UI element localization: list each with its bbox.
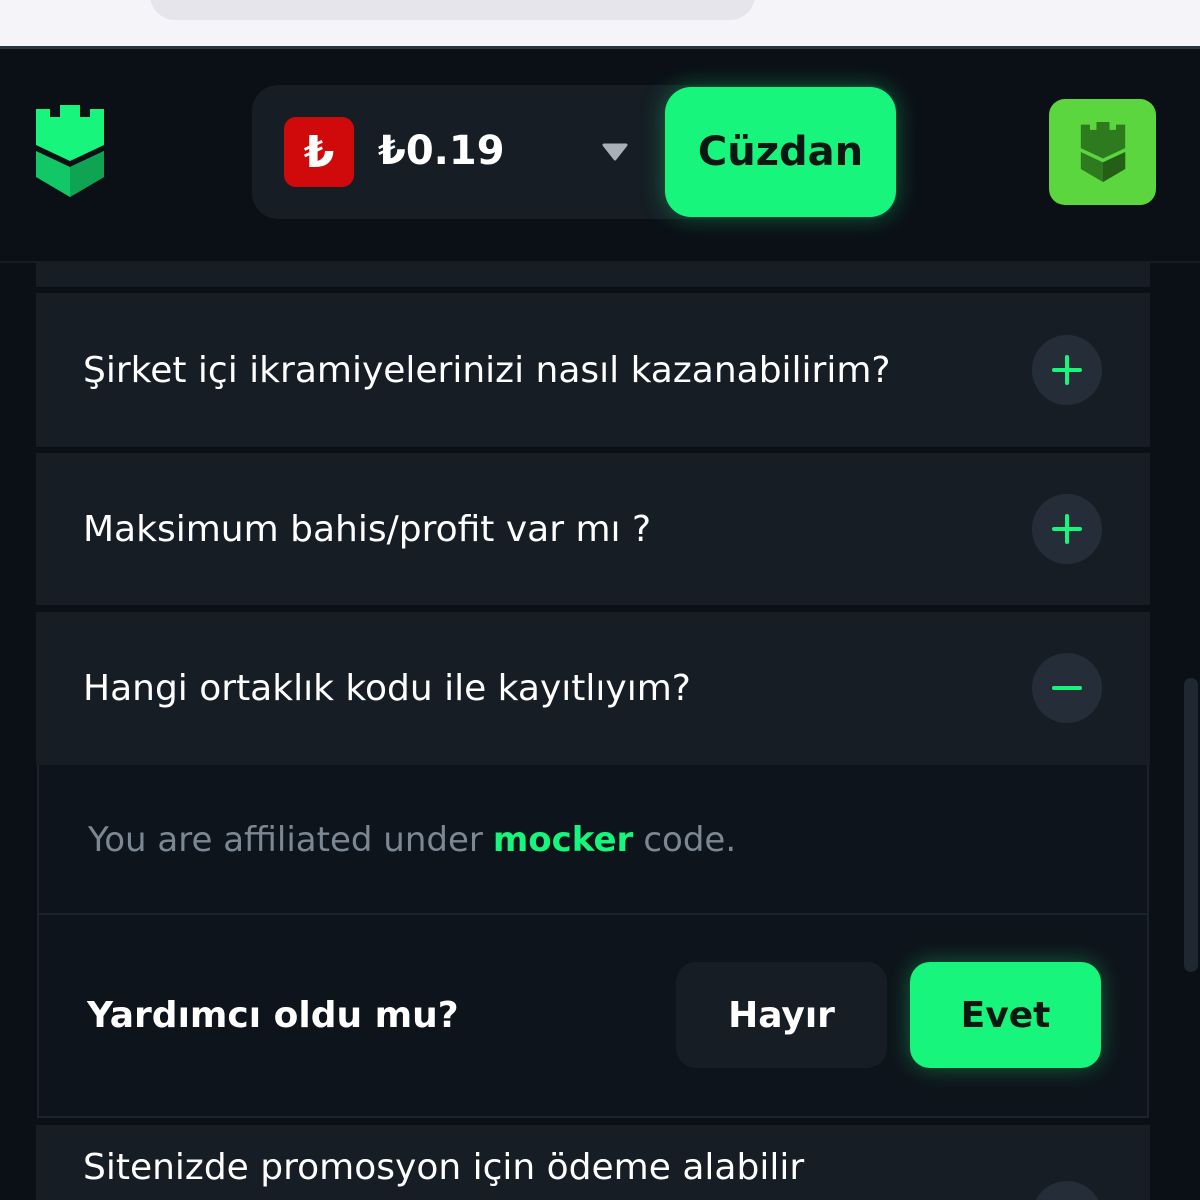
browser-toolbar xyxy=(0,0,1200,46)
castle-logo-icon[interactable] xyxy=(32,105,108,197)
caret-down-icon[interactable] xyxy=(602,143,628,161)
address-bar[interactable] xyxy=(150,0,755,20)
faq-question: Sitenizde promosyon için ödeme alabilir xyxy=(83,1147,805,1188)
plus-icon xyxy=(1052,355,1082,385)
faq-answer: You are affiliated under mocker code. xyxy=(37,765,1149,915)
faq-question: Şirket içi ikramiyelerinizi nasıl kazana… xyxy=(83,349,891,391)
wallet-button[interactable]: Cüzdan xyxy=(665,87,896,217)
affiliate-code: mocker xyxy=(492,820,634,860)
expand-button[interactable] xyxy=(1032,494,1102,564)
yes-button[interactable]: Evet xyxy=(910,962,1101,1068)
collapse-button[interactable] xyxy=(1032,653,1102,723)
profile-avatar[interactable] xyxy=(1049,99,1156,205)
faq-item-expanded[interactable]: Hangi ortaklık kodu ile kayıtlıyım? xyxy=(36,612,1150,765)
answer-text: You are affiliated under mocker code. xyxy=(88,765,736,915)
scrollbar-thumb[interactable] xyxy=(1184,678,1198,972)
faq-item-partial xyxy=(36,263,1150,287)
minus-icon xyxy=(1052,686,1082,690)
castle-avatar-icon xyxy=(1080,122,1125,182)
balance-amount: ₺0.19 xyxy=(378,128,505,174)
faq-item[interactable]: Şirket içi ikramiyelerinizi nasıl kazana… xyxy=(36,293,1150,447)
expand-button[interactable] xyxy=(1032,335,1102,405)
wallet-balance-box: ₺ ₺0.19 Cüzdan xyxy=(252,85,897,219)
faq-question: Maksimum bahis/profit var mı ? xyxy=(83,508,652,550)
app-header: ₺ ₺0.19 Cüzdan xyxy=(0,49,1200,261)
feedback-panel: Yardımcı oldu mu? Hayır Evet xyxy=(37,913,1149,1118)
lira-currency-icon: ₺ xyxy=(284,117,354,187)
plus-icon xyxy=(1052,514,1082,544)
expand-button[interactable] xyxy=(1032,1181,1102,1200)
faq-list: Şirket içi ikramiyelerinizi nasıl kazana… xyxy=(0,263,1200,1200)
faq-question: Hangi ortaklık kodu ile kayıtlıyım? xyxy=(83,668,691,709)
answer-suffix: code. xyxy=(643,820,737,860)
faq-item[interactable]: Sitenizde promosyon için ödeme alabilir xyxy=(36,1125,1150,1200)
no-button[interactable]: Hayır xyxy=(676,962,887,1068)
feedback-question: Yardımcı oldu mu? xyxy=(87,995,459,1036)
answer-prefix: You are affiliated under xyxy=(88,820,483,860)
faq-item[interactable]: Maksimum bahis/profit var mı ? xyxy=(36,453,1150,605)
